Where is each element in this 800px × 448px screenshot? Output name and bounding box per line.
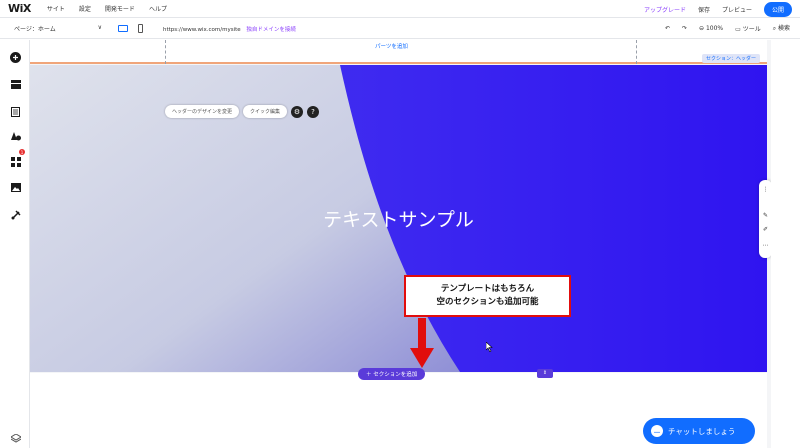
gridline-right	[636, 40, 637, 64]
wix-logo[interactable]: WiX	[8, 2, 31, 15]
site-url: https://www.wix.com/mysite	[163, 26, 241, 33]
menu-site[interactable]: サイト	[47, 4, 65, 13]
paint-icon[interactable]: ✐	[762, 226, 769, 233]
page-selector-label: ページ：ホーム	[14, 26, 56, 33]
device-switcher	[118, 24, 143, 33]
desktop-view-icon[interactable]	[118, 25, 128, 32]
mouse-cursor-icon	[486, 342, 493, 352]
pages-icon[interactable]	[10, 106, 21, 117]
menu-dev-mode[interactable]: 開発モード	[105, 4, 135, 13]
toolbar-right: ↶ ↷ ⊖ 100% ▭ ツール ⌕ 検索	[665, 23, 790, 33]
top-actions: アップグレード 保存 プレビュー 公開	[644, 2, 792, 17]
annotation-arrow-icon	[410, 318, 434, 368]
change-header-design-button[interactable]: ヘッダーのデザインを変更	[165, 105, 240, 118]
tools-button[interactable]: ▭ ツール	[735, 24, 761, 33]
callout-line-2: 空のセクションも追加可能	[436, 297, 539, 307]
pencil-icon[interactable]: ✎	[762, 212, 769, 219]
redo-icon[interactable]: ↷	[682, 25, 687, 32]
main-menu: サイト 設定 開発モード ヘルプ	[47, 4, 167, 13]
theme-icon[interactable]	[10, 130, 21, 141]
wix-editor: WiX サイト 設定 開発モード ヘルプ アップグレード 保存 プレビュー 公開…	[0, 0, 800, 448]
editor-toolbar: ページ：ホーム ∨ https://www.wix.com/mysite 独自ド…	[0, 19, 800, 39]
publish-button[interactable]: 公開	[763, 2, 792, 17]
gear-icon[interactable]: ⚙	[291, 105, 304, 118]
hero-title[interactable]: テキストサンプル	[30, 205, 767, 232]
section-label-tag: セクション：ヘッダー	[702, 54, 761, 63]
notification-badge: 1	[19, 149, 25, 155]
sections-icon[interactable]	[10, 79, 21, 90]
hero-section[interactable]: テキストサンプル	[30, 65, 767, 372]
pen-tool-icon[interactable]	[10, 209, 21, 220]
chat-bubble-icon: …	[651, 425, 663, 437]
editor-right-margin	[771, 40, 800, 448]
zoom-control[interactable]: ⊖ 100%	[699, 25, 723, 32]
drag-handle-icon[interactable]: ⋮	[762, 186, 769, 193]
menu-settings[interactable]: 設定	[79, 4, 91, 13]
chat-button[interactable]: … チャットしましょう	[643, 418, 755, 444]
top-menu-bar: WiX サイト 設定 開発モード ヘルプ アップグレード 保存 プレビュー 公開	[0, 0, 800, 18]
menu-help[interactable]: ヘルプ	[149, 4, 167, 13]
undo-icon[interactable]: ↶	[665, 25, 670, 32]
chat-button-label: チャットしましょう	[668, 426, 736, 436]
more-icon[interactable]: ⋯	[762, 242, 769, 249]
left-sidebar: 1	[0, 40, 30, 448]
site-url-bar: https://www.wix.com/mysite 独自ドメインを接続	[163, 25, 296, 33]
zoom-level: 100%	[705, 24, 724, 32]
mobile-view-icon[interactable]	[138, 24, 143, 33]
quick-edit-button[interactable]: クイック編集	[243, 105, 288, 118]
section-resize-handle[interactable]: ⇕	[537, 369, 553, 378]
callout-line-1: テンプレートはもちろん	[440, 284, 535, 294]
annotation-callout: テンプレートはもちろん 空のセクションも追加可能	[404, 275, 571, 317]
header-controls: ヘッダーのデザインを変更 クイック編集 ⚙ ?	[165, 105, 320, 118]
add-elements-icon[interactable]	[10, 52, 21, 63]
tools-label: ツール	[742, 25, 761, 33]
save-button[interactable]: 保存	[698, 5, 710, 14]
help-icon[interactable]: ?	[307, 105, 320, 118]
connect-domain-link[interactable]: 独自ドメインを接続	[246, 27, 296, 33]
upgrade-link[interactable]: アップグレード	[644, 5, 686, 14]
search-button[interactable]: ⌕ 検索	[773, 23, 790, 33]
gridline-left	[165, 40, 166, 64]
add-parts-link[interactable]: パーツを追加	[375, 42, 408, 50]
media-icon[interactable]	[10, 182, 21, 193]
page-selector[interactable]: ページ：ホーム ∨	[14, 24, 102, 33]
preview-button[interactable]: プレビュー	[722, 5, 752, 14]
header-section[interactable]: パーツを追加	[30, 40, 767, 64]
chevron-down-icon: ∨	[97, 24, 102, 31]
add-section-button[interactable]: ＋ セクションを追加	[358, 368, 426, 380]
search-label: 検索	[777, 25, 790, 32]
layers-icon[interactable]	[10, 433, 21, 444]
apps-icon[interactable]	[10, 156, 21, 167]
